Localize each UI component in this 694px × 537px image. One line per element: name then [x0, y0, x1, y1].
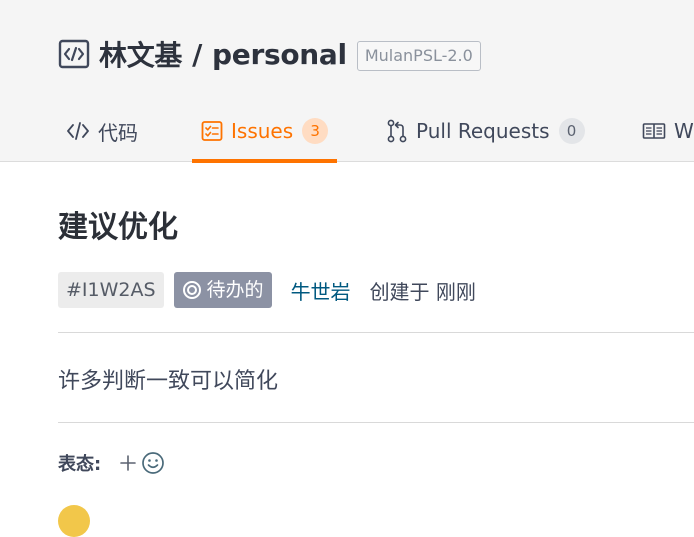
issue-title: 建议优化 — [58, 210, 178, 245]
code-repo-icon — [58, 38, 90, 70]
add-reaction-button[interactable] — [119, 451, 165, 475]
divider — [58, 332, 694, 333]
repo-name-link[interactable]: personal — [212, 38, 347, 71]
tab-wiki-label: W — [674, 119, 694, 143]
tab-pull-requests[interactable]: Pull Requests 0 — [386, 100, 585, 162]
repo-tabs: 代码 Issues 3 Pull Requests 0 W — [0, 100, 694, 163]
repo-owner-link[interactable]: 林文基 — [99, 34, 182, 74]
issue-created-time: 创建于 刚刚 — [369, 279, 476, 304]
issue-state-label: 待办的 — [206, 279, 264, 301]
issue-body: 许多判断一致可以简化 — [58, 369, 279, 394]
tab-code[interactable]: 代码 — [66, 100, 138, 162]
tab-code-label: 代码 — [98, 120, 138, 145]
pull-request-icon — [386, 119, 408, 143]
issues-count-badge: 3 — [302, 118, 329, 144]
license-badge[interactable]: MulanPSL-2.0 — [356, 41, 481, 71]
pull-requests-count-badge: 0 — [558, 118, 585, 144]
tab-issues[interactable]: Issues 3 — [192, 100, 337, 163]
issues-icon — [201, 120, 223, 142]
tab-wiki[interactable]: W — [642, 100, 694, 162]
issue-meta: #I1W2AS 待办的 牛世岩 创建于 刚刚 — [58, 271, 476, 309]
tab-pull-requests-label: Pull Requests — [416, 119, 550, 143]
issue-author-link[interactable]: 牛世岩 — [291, 276, 351, 305]
code-icon — [66, 120, 90, 142]
reactions-label: 表态: — [58, 454, 102, 475]
repo-header: 林文基 / personal MulanPSL-2.0 代码 Issues 3 … — [0, 0, 694, 163]
avatar[interactable] — [58, 505, 90, 537]
reactions-bar: 表态: — [58, 449, 165, 477]
issue-id-badge[interactable]: #I1W2AS — [58, 272, 164, 308]
divider — [58, 422, 694, 423]
tab-issues-label: Issues — [231, 119, 294, 143]
issue-state-badge[interactable]: 待办的 — [173, 272, 272, 308]
repo-title: 林文基 / personal MulanPSL-2.0 — [58, 34, 481, 74]
smiley-icon — [141, 451, 165, 475]
repo-separator: / — [192, 37, 203, 71]
wiki-icon — [642, 121, 666, 141]
plus-icon — [119, 454, 137, 472]
todo-circle-icon — [182, 280, 202, 300]
